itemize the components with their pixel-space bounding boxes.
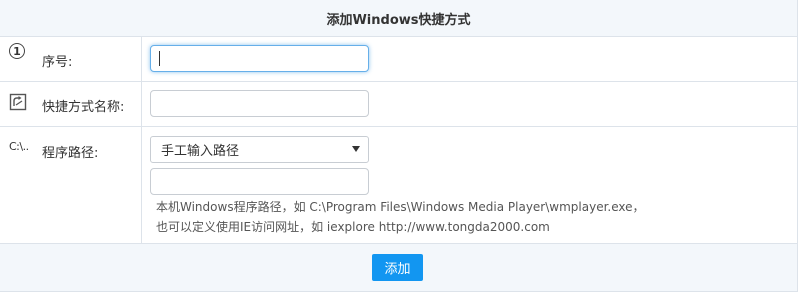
shortcut-name-label: 快捷方式名称:: [42, 100, 125, 115]
shortcut-name-label-cell: 快捷方式名称:: [0, 82, 142, 126]
order-label: 序号:: [42, 55, 73, 70]
shortcut-icon: [9, 93, 27, 115]
shortcut-name-field-cell: [142, 82, 797, 126]
text-caret: [159, 51, 160, 66]
circled-one-icon: 1: [9, 43, 25, 59]
shortcut-name-row: 快捷方式名称:: [0, 82, 797, 127]
path-mode-select[interactable]: 手工输入路径: [150, 136, 369, 163]
order-input[interactable]: [150, 45, 369, 72]
program-path-row: C:\.. 程序路径: 手工输入路径 本机Windows程序路径，如 C:\Pr…: [0, 127, 797, 244]
dropdown-arrow-icon: [352, 146, 360, 152]
path-icon: C:\..: [9, 140, 29, 153]
order-row: 1 序号:: [0, 37, 797, 82]
program-path-input[interactable]: [150, 168, 369, 195]
order-label-cell: 1 序号:: [0, 37, 142, 81]
order-field-cell: [142, 37, 797, 81]
path-mode-selected-value: 手工输入路径: [161, 144, 240, 159]
shortcut-name-input[interactable]: [150, 90, 369, 117]
form-footer: 添加: [0, 244, 797, 291]
program-path-label-cell: C:\.. 程序路径:: [0, 127, 142, 243]
form-title: 添加Windows快捷方式: [0, 0, 797, 37]
add-button[interactable]: 添加: [372, 254, 423, 281]
program-path-label: 程序路径:: [42, 146, 99, 161]
program-path-field-cell: 手工输入路径 本机Windows程序路径，如 C:\Program Files\…: [142, 127, 797, 243]
form-panel: 添加Windows快捷方式 1 序号: 快捷方式名称: C:\.. 程序路径: …: [0, 0, 798, 292]
path-hint-line2: 也可以定义使用IE访问网址，如 iexplore http://www.tong…: [156, 220, 550, 234]
path-hint-line1: 本机Windows程序路径，如 C:\Program Files\Windows…: [156, 200, 645, 214]
